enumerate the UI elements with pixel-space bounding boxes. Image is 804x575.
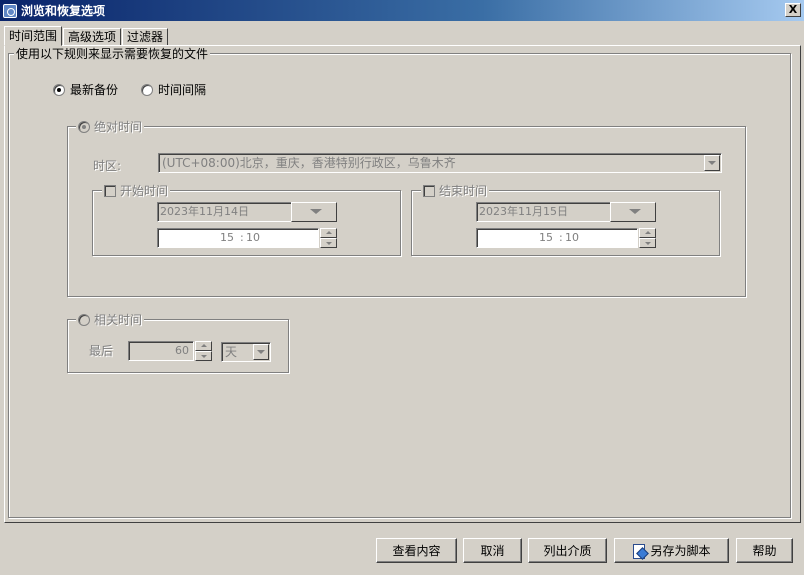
- end-time-option[interactable]: 结束时间: [421, 184, 490, 198]
- relative-time-option[interactable]: 相关时间: [76, 313, 145, 327]
- start-time-option[interactable]: 开始时间: [102, 184, 171, 198]
- absolute-time-label: 绝对时间: [94, 120, 143, 134]
- start-time-field[interactable]: 15 : 10: [157, 228, 319, 248]
- end-time-separator: :: [559, 231, 563, 244]
- spin-up-icon[interactable]: [639, 228, 656, 238]
- relative-value-field[interactable]: 60: [128, 341, 194, 361]
- relative-unit-value: 天: [225, 345, 238, 359]
- end-time-spinner[interactable]: [639, 228, 656, 248]
- timezone-select[interactable]: (UTC+08:00)北京，重庆，香港特别行政区，乌鲁木齐: [158, 153, 722, 173]
- end-time-checkbox[interactable]: [423, 185, 435, 197]
- end-date-dropdown-button[interactable]: [610, 202, 656, 222]
- start-hour[interactable]: 15: [220, 231, 234, 244]
- end-time-label: 结束时间: [439, 184, 488, 198]
- view-content-button[interactable]: 查看内容: [376, 538, 457, 563]
- relative-value-spinner[interactable]: [195, 341, 212, 361]
- help-button[interactable]: 帮助: [736, 538, 793, 563]
- time-interval-option[interactable]: 时间间隔: [141, 81, 206, 98]
- latest-backup-radio[interactable]: [53, 83, 65, 96]
- absolute-time-option[interactable]: 绝对时间: [76, 120, 145, 134]
- chevron-down-icon[interactable]: [704, 155, 720, 171]
- relative-last-label: 最后: [89, 344, 114, 358]
- close-button[interactable]: X: [785, 3, 801, 17]
- save-as-script-button[interactable]: 另存为脚本: [614, 538, 729, 563]
- spin-up-icon[interactable]: [320, 228, 337, 238]
- app-icon: [3, 3, 17, 18]
- spin-down-icon[interactable]: [639, 238, 656, 248]
- title-bar: 浏览和恢复选项 X: [0, 0, 804, 21]
- rules-group-label: 使用以下规则来显示需要恢复的文件: [14, 47, 211, 61]
- time-interval-radio[interactable]: [141, 83, 153, 96]
- tab-strip: 时间范围 高级选项 过滤器: [4, 26, 169, 46]
- spin-down-icon[interactable]: [320, 238, 337, 248]
- tab-advanced-options[interactable]: 高级选项: [63, 28, 122, 46]
- start-date-dropdown-button[interactable]: [291, 202, 337, 222]
- end-time-field[interactable]: 15 : 10: [476, 228, 638, 248]
- tab-filters[interactable]: 过滤器: [122, 28, 169, 46]
- chevron-down-icon[interactable]: [253, 344, 269, 360]
- timezone-label: 时区:: [93, 159, 122, 173]
- timezone-value: (UTC+08:00)北京，重庆，香港特别行政区，乌鲁木齐: [162, 156, 456, 170]
- start-time-checkbox[interactable]: [104, 185, 116, 197]
- list-media-button[interactable]: 列出介质: [528, 538, 607, 563]
- script-icon: [632, 543, 646, 559]
- end-hour[interactable]: 15: [539, 231, 553, 244]
- spin-up-icon[interactable]: [195, 341, 212, 351]
- start-time-label: 开始时间: [120, 184, 169, 198]
- window-title: 浏览和恢复选项: [21, 4, 106, 18]
- relative-time-label: 相关时间: [94, 313, 143, 327]
- start-time-separator: :: [240, 231, 244, 244]
- tab-time-range[interactable]: 时间范围: [4, 26, 63, 46]
- start-time-spinner[interactable]: [320, 228, 337, 248]
- start-date-field[interactable]: 2023年11月14日: [157, 202, 292, 222]
- relative-time-radio[interactable]: [78, 314, 90, 326]
- cancel-button[interactable]: 取消: [463, 538, 522, 563]
- end-minute[interactable]: 10: [565, 231, 579, 244]
- time-interval-label: 时间间隔: [158, 83, 207, 97]
- latest-backup-option[interactable]: 最新备份: [53, 81, 118, 98]
- save-as-script-label: 另存为脚本: [650, 544, 711, 558]
- latest-backup-label: 最新备份: [70, 83, 119, 97]
- absolute-time-radio[interactable]: [78, 121, 90, 133]
- start-minute[interactable]: 10: [246, 231, 260, 244]
- spin-down-icon[interactable]: [195, 351, 212, 361]
- relative-unit-select[interactable]: 天: [221, 342, 271, 362]
- end-date-field[interactable]: 2023年11月15日: [476, 202, 611, 222]
